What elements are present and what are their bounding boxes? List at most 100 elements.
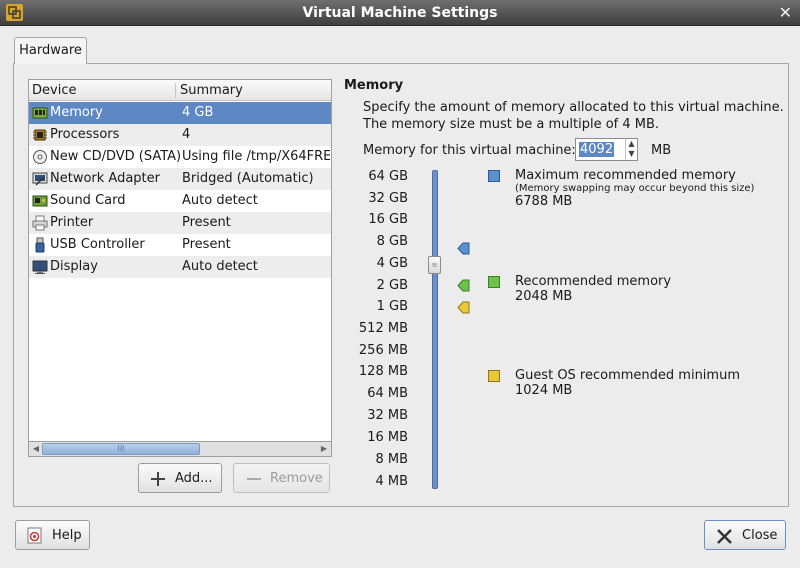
device-row-processors[interactable]: Processors 4 bbox=[29, 124, 331, 146]
memory-slider-track[interactable] bbox=[432, 170, 438, 489]
spin-up-icon[interactable]: ▲ bbox=[626, 139, 637, 149]
tab-hardware[interactable]: Hardware bbox=[14, 37, 87, 64]
device-summary: 4 GB bbox=[182, 105, 214, 120]
scale-label: 64 GB bbox=[368, 169, 408, 184]
device-summary: Auto detect bbox=[182, 193, 258, 208]
device-row-network-adapter[interactable]: Network Adapter Bridged (Automatic) bbox=[29, 168, 331, 190]
max-recommended-label: Maximum recommended memory bbox=[515, 168, 736, 183]
processor-icon bbox=[33, 129, 47, 141]
device-row-display[interactable]: Display Auto detect bbox=[29, 256, 331, 278]
device-name: New CD/DVD (SATA) bbox=[50, 149, 182, 164]
window-title: Virtual Machine Settings bbox=[302, 5, 498, 21]
device-name: Display bbox=[50, 259, 98, 274]
help-icon bbox=[27, 527, 42, 544]
memory-slider-handle[interactable]: ≡ bbox=[428, 256, 441, 274]
device-summary: Auto detect bbox=[182, 259, 258, 274]
close-button-label: Close bbox=[742, 528, 778, 543]
device-name: Processors bbox=[50, 127, 120, 142]
spin-down-icon[interactable]: ▼ bbox=[626, 149, 637, 159]
add-button[interactable]: Add... bbox=[138, 463, 222, 493]
recommended-legend-icon bbox=[488, 276, 500, 288]
device-name: Printer bbox=[50, 215, 94, 230]
scroll-left-icon[interactable]: ◀ bbox=[29, 442, 43, 456]
recommended-value: 2048 MB bbox=[515, 289, 573, 304]
memory-section-title: Memory bbox=[344, 78, 404, 93]
device-row-sound-card[interactable]: Sound Card Auto detect bbox=[29, 190, 331, 212]
device-list: Device Summary Memory 4 GB Processors 4 … bbox=[28, 79, 332, 457]
recommended-legend: Recommended memory 2048 MB bbox=[515, 274, 671, 304]
guest-min-legend: Guest OS recommended minimum 1024 MB bbox=[515, 368, 740, 398]
help-button-label: Help bbox=[52, 528, 82, 543]
device-list-header: Device Summary bbox=[29, 80, 331, 101]
network-adapter-icon bbox=[32, 172, 48, 186]
column-header-device[interactable]: Device bbox=[32, 83, 76, 98]
recommended-marker-icon bbox=[457, 279, 470, 292]
cd-dvd-icon bbox=[33, 150, 47, 164]
scale-label: 256 MB bbox=[358, 343, 408, 358]
guest-min-value: 1024 MB bbox=[515, 383, 573, 398]
tab-hardware-label: Hardware bbox=[19, 43, 82, 58]
memory-icon bbox=[32, 107, 48, 119]
guest-min-label: Guest OS recommended minimum bbox=[515, 368, 740, 383]
device-name: USB Controller bbox=[50, 237, 145, 252]
memory-description-line-2: The memory size must be a multiple of 4 … bbox=[363, 117, 660, 132]
memory-field-label: Memory for this virtual machine: bbox=[363, 143, 576, 158]
guest-min-legend-icon bbox=[488, 370, 500, 382]
memory-unit-label: MB bbox=[651, 143, 672, 158]
max-recommended-marker-icon bbox=[457, 242, 470, 255]
device-row-usb-controller[interactable]: USB Controller Present bbox=[29, 234, 331, 256]
device-summary: Using file /tmp/X64FRE_S bbox=[182, 149, 330, 164]
device-summary: Bridged (Automatic) bbox=[182, 171, 314, 186]
memory-size-value[interactable]: 4092 bbox=[579, 142, 615, 157]
scale-label: 4 GB bbox=[376, 256, 408, 271]
device-row-cd-dvd[interactable]: New CD/DVD (SATA) Using file /tmp/X64FRE… bbox=[29, 146, 331, 168]
max-recommended-value: 6788 MB bbox=[515, 194, 573, 209]
close-icon bbox=[717, 529, 732, 544]
sound-card-icon bbox=[32, 195, 48, 207]
scale-label: 32 MB bbox=[367, 408, 408, 423]
guest-min-marker-icon bbox=[457, 301, 470, 314]
remove-button-label: Remove bbox=[270, 471, 323, 486]
scale-label: 512 MB bbox=[358, 321, 408, 336]
scale-label: 128 MB bbox=[358, 364, 408, 379]
minus-icon bbox=[247, 478, 261, 480]
recommended-label: Recommended memory bbox=[515, 274, 672, 289]
scroll-right-icon[interactable]: ▶ bbox=[317, 442, 331, 456]
scale-label: 16 MB bbox=[367, 430, 408, 445]
device-row-printer[interactable]: Printer Present bbox=[29, 212, 331, 234]
device-name: Memory bbox=[50, 105, 103, 120]
scale-label: 8 GB bbox=[376, 234, 408, 249]
scale-label: 2 GB bbox=[376, 278, 408, 293]
memory-description-line-1: Specify the amount of memory allocated t… bbox=[363, 100, 784, 115]
scale-label: 1 GB bbox=[376, 299, 408, 314]
scale-label: 4 MB bbox=[375, 474, 408, 489]
column-header-summary[interactable]: Summary bbox=[180, 83, 243, 98]
scale-label: 32 GB bbox=[368, 191, 408, 206]
close-button[interactable]: Close bbox=[704, 520, 786, 550]
usb-controller-icon bbox=[35, 237, 45, 253]
device-list-hscrollbar[interactable]: ◀ III ▶ bbox=[28, 441, 332, 457]
add-button-label: Add... bbox=[175, 471, 213, 486]
plus-icon bbox=[151, 472, 165, 486]
title-bar: Virtual Machine Settings ✕ bbox=[0, 0, 800, 26]
device-name: Network Adapter bbox=[50, 171, 160, 186]
device-name: Sound Card bbox=[50, 193, 126, 208]
device-summary: Present bbox=[182, 237, 231, 252]
scale-label: 64 MB bbox=[367, 386, 408, 401]
max-recommended-legend: Maximum recommended memory (Memory swapp… bbox=[515, 168, 754, 209]
help-button[interactable]: Help bbox=[15, 520, 90, 550]
remove-button[interactable]: Remove bbox=[233, 463, 330, 493]
device-summary: Present bbox=[182, 215, 231, 230]
window-close-icon[interactable]: ✕ bbox=[779, 3, 792, 22]
printer-icon bbox=[32, 215, 48, 231]
memory-size-spinbox[interactable]: 4092 ▲ ▼ bbox=[575, 138, 638, 161]
scroll-thumb[interactable]: III bbox=[42, 443, 200, 455]
scale-label: 8 MB bbox=[375, 452, 408, 467]
max-recommended-legend-icon bbox=[488, 170, 500, 182]
spin-arrows[interactable]: ▲ ▼ bbox=[625, 139, 637, 160]
max-recommended-note: (Memory swapping may occur beyond this s… bbox=[515, 183, 755, 194]
device-row-memory[interactable]: Memory 4 GB bbox=[29, 102, 331, 124]
memory-description: Specify the amount of memory allocated t… bbox=[363, 99, 784, 133]
scale-label: 16 GB bbox=[368, 212, 408, 227]
display-icon bbox=[32, 260, 48, 274]
